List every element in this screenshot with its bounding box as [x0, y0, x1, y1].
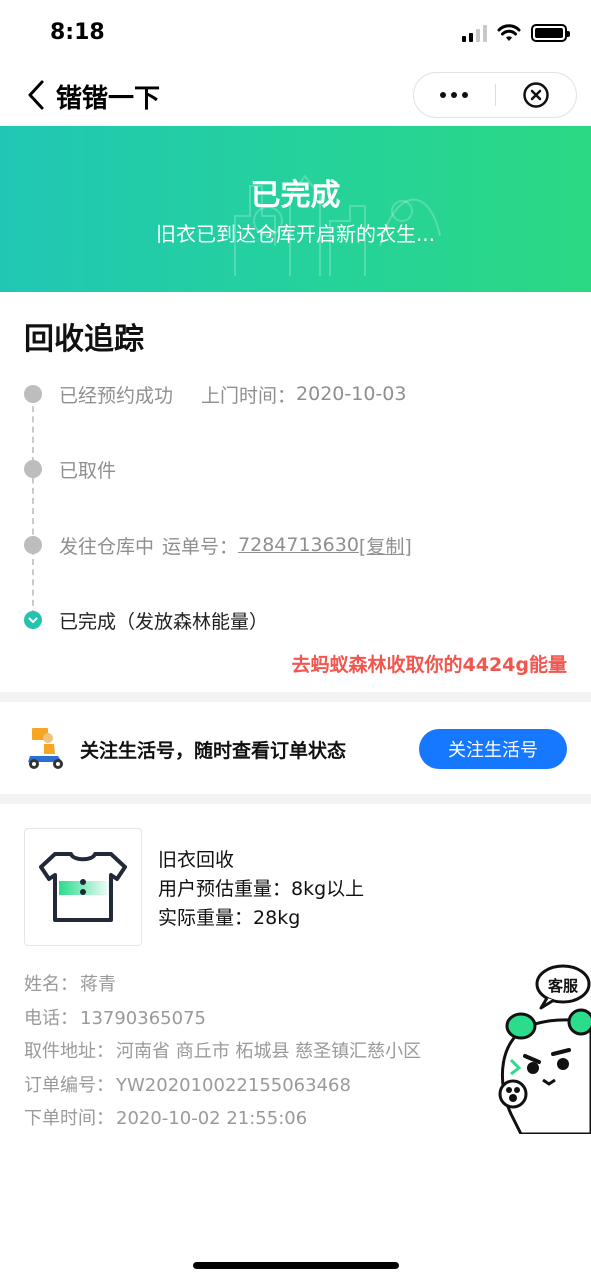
estimate-weight-value: 8kg以上 [291, 878, 365, 900]
product-info: 旧衣回收 用户预估重量：8kg以上 实际重量：28kg [158, 846, 364, 933]
estimate-weight-row: 用户预估重量：8kg以上 [158, 875, 364, 904]
more-button[interactable] [414, 73, 495, 117]
tshirt-icon [39, 852, 127, 922]
mascot-icon: 客服 [498, 964, 591, 1136]
banner-subtitle: 旧衣已到达仓库开启新的衣生... [155, 222, 436, 246]
detail-label: 下单时间： [24, 1108, 114, 1129]
status-banner: 已完成 旧衣已到达仓库开启新的衣生... [0, 126, 591, 292]
follow-bar: 关注生活号，随时查看订单状态 关注生活号 [0, 702, 591, 794]
actual-weight-row: 实际重量：28kg [158, 904, 364, 933]
detail-value: 河南省 商丘市 柘城县 慈圣镇汇慈小区 [116, 1041, 422, 1062]
product-name: 旧衣回收 [158, 849, 235, 871]
nav-bar: 锴锴一下 [0, 66, 591, 126]
step-label: 发往仓库中 [59, 535, 155, 558]
follow-button[interactable]: 关注生活号 [419, 729, 567, 769]
timeline-step: 已取件 [24, 454, 116, 484]
detail-label: 姓名： [24, 974, 78, 995]
detail-row: 下单时间： 2020-10-02 21:55:06 [24, 1102, 421, 1136]
detail-row: 电话： 13790365075 [24, 1002, 421, 1036]
detail-row: 姓名： 蒋青 [24, 968, 421, 1002]
step-label: 已经预约成功 [59, 384, 174, 407]
detail-row: 取件地址： 河南省 商丘市 柘城县 慈圣镇汇慈小区 [24, 1035, 421, 1069]
status-bar: 8:18 [0, 0, 591, 66]
copy-button[interactable]: [复制] [359, 532, 412, 559]
home-indicator [193, 1262, 399, 1269]
timeline-step: 发往仓库中 运单号： 7284713630 [复制] [24, 530, 412, 560]
timeline-line [32, 396, 34, 616]
tracking-section: 回收追踪 已经预约成功 上门时间： 2020-10-03 已取件 发往仓库中 运… [0, 292, 591, 692]
banner-title: 已完成 [250, 178, 341, 213]
section-divider [0, 794, 591, 804]
step-dot [24, 460, 42, 478]
step-dot [24, 536, 42, 554]
customer-service-button[interactable]: 客服 [491, 964, 591, 1136]
detail-label: 电话： [24, 1007, 78, 1029]
delivery-scooter-icon [28, 728, 63, 769]
capsule-menu [413, 72, 577, 118]
forest-energy-link[interactable]: 去蚂蚁森林收取你的4424g能量 [292, 650, 567, 677]
tracking-number-label: 运单号： [162, 535, 239, 558]
status-time: 8:18 [50, 20, 105, 45]
back-arrow-icon [28, 80, 44, 110]
step-label: 已完成（发放森林能量） [59, 610, 269, 633]
section-title: 回收追踪 [24, 322, 144, 357]
detail-label: 订单编号： [24, 1074, 114, 1096]
step-dot [24, 385, 42, 403]
section-divider [0, 692, 591, 702]
follow-text: 关注生活号，随时查看订单状态 [80, 740, 347, 762]
actual-weight-value: 28kg [253, 907, 301, 929]
check-icon [28, 617, 38, 623]
tracking-number-link[interactable]: 7284713630 [238, 534, 359, 556]
step-dot-done [24, 611, 42, 629]
service-label: 客服 [547, 977, 579, 995]
detail-label: 取件地址： [24, 1041, 114, 1062]
signal-icon [462, 24, 487, 42]
detail-value: YW202010022155063468 [116, 1074, 351, 1096]
battery-icon [531, 24, 570, 42]
estimate-weight-label: 用户预估重量： [158, 878, 292, 900]
detail-value: 2020-10-02 21:55:06 [116, 1108, 308, 1129]
close-button[interactable] [496, 73, 577, 117]
step-label: 已取件 [59, 459, 117, 482]
detail-value: 蒋青 [80, 974, 116, 995]
pickup-time-value: 2020-10-03 [296, 383, 407, 405]
wifi-icon [497, 24, 521, 41]
pickup-time-label: 上门时间： [201, 384, 297, 407]
timeline-step: 已完成（发放森林能量） [24, 605, 268, 635]
product-image [24, 828, 142, 946]
close-icon [523, 82, 549, 108]
detail-row: 订单编号： YW202010022155063468 [24, 1069, 421, 1103]
timeline-step: 已经预约成功 上门时间： 2020-10-03 [24, 379, 406, 409]
more-icon [440, 92, 447, 98]
status-icons [462, 24, 570, 42]
order-details: 姓名： 蒋青 电话： 13790365075 取件地址： 河南省 商丘市 柘城县 慈圣… [24, 968, 421, 1136]
back-button[interactable] [24, 78, 50, 112]
nav-title: 锴锴一下 [56, 84, 161, 114]
detail-value: 13790365075 [80, 1007, 206, 1029]
actual-weight-label: 实际重量： [158, 907, 254, 929]
